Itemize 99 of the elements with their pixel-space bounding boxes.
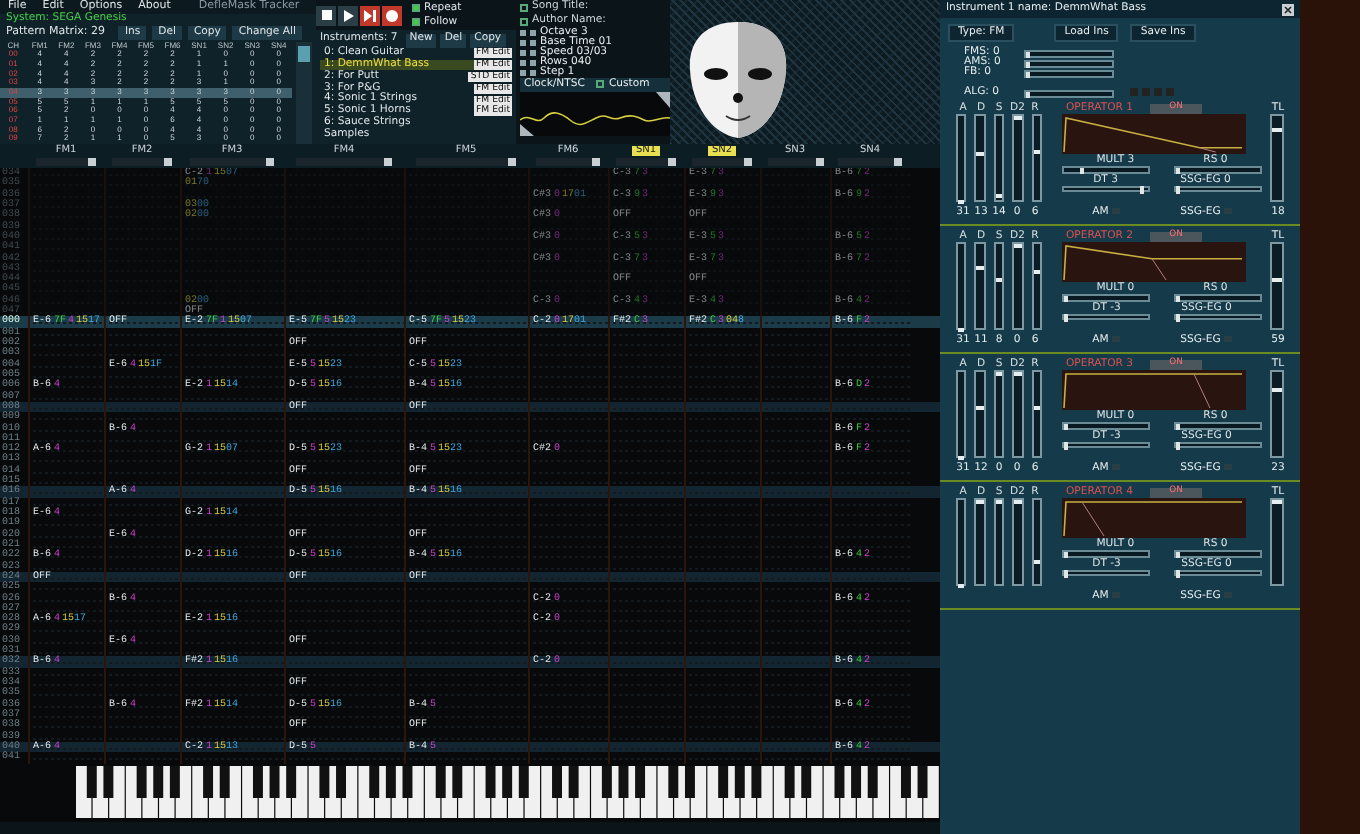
- slider-thumb[interactable]: [1033, 150, 1041, 155]
- slider[interactable]: [1174, 422, 1262, 430]
- slider[interactable]: [1062, 166, 1150, 174]
- slider-thumb[interactable]: [1272, 387, 1282, 392]
- vertical-slider[interactable]: [1012, 114, 1024, 203]
- slider[interactable]: [1062, 294, 1150, 302]
- vertical-slider[interactable]: [974, 242, 986, 331]
- play-icon: [343, 9, 353, 21]
- vertical-slider[interactable]: [974, 370, 986, 459]
- transport-button[interactable]: [382, 5, 402, 25]
- slider[interactable]: [1062, 441, 1150, 449]
- slider[interactable]: [1062, 569, 1150, 577]
- slider-thumb[interactable]: [88, 158, 97, 166]
- transport-button[interactable]: [338, 5, 358, 25]
- vertical-slider[interactable]: [993, 498, 1005, 587]
- slider-thumb[interactable]: [976, 406, 984, 411]
- slider-thumb[interactable]: [958, 200, 965, 205]
- vertical-slider[interactable]: [956, 370, 967, 459]
- slider-thumb[interactable]: [507, 158, 516, 166]
- slider-thumb[interactable]: [1014, 116, 1022, 121]
- vertical-slider[interactable]: [993, 370, 1005, 459]
- vertical-slider[interactable]: [1012, 498, 1024, 587]
- vertical-slider[interactable]: [1031, 370, 1043, 459]
- slider-thumb[interactable]: [1014, 372, 1022, 377]
- slider-thumb[interactable]: [668, 158, 677, 166]
- slider-thumb[interactable]: [815, 158, 823, 166]
- vertical-slider[interactable]: [1031, 498, 1043, 587]
- slider[interactable]: [1062, 422, 1150, 430]
- slider-thumb[interactable]: [995, 278, 1003, 283]
- channel-slider[interactable]: [691, 158, 753, 166]
- vertical-slider[interactable]: [1270, 114, 1284, 203]
- vertical-slider[interactable]: [974, 498, 986, 587]
- vertical-slider[interactable]: [993, 114, 1005, 203]
- slider-thumb[interactable]: [976, 500, 984, 505]
- slider-thumb[interactable]: [1272, 278, 1282, 283]
- slider[interactable]: [1062, 313, 1150, 321]
- vertical-slider[interactable]: [1270, 498, 1284, 587]
- slider[interactable]: [1174, 550, 1262, 558]
- vertical-slider[interactable]: [993, 242, 1005, 331]
- scrollbar[interactable]: [296, 41, 312, 145]
- slider-thumb[interactable]: [1014, 244, 1022, 249]
- checkbox[interactable]: [520, 3, 528, 12]
- vertical-slider[interactable]: [956, 498, 967, 587]
- slider[interactable]: [1024, 70, 1114, 78]
- slider-thumb[interactable]: [265, 158, 274, 166]
- play-pattern-icon: [364, 9, 376, 21]
- slider-thumb[interactable]: [1272, 500, 1282, 505]
- vertical-slider[interactable]: [974, 114, 986, 203]
- slider-thumb[interactable]: [958, 456, 965, 461]
- slider[interactable]: [1062, 185, 1150, 193]
- slider[interactable]: [1174, 441, 1262, 449]
- slider-thumb[interactable]: [384, 158, 392, 166]
- slider-thumb[interactable]: [1033, 269, 1041, 274]
- transport-button[interactable]: [360, 5, 380, 25]
- slider-thumb[interactable]: [995, 194, 1003, 199]
- slider-thumb[interactable]: [1272, 128, 1282, 133]
- stop-icon: [321, 10, 331, 20]
- vertical-slider[interactable]: [1031, 242, 1043, 331]
- slider[interactable]: [1174, 185, 1262, 193]
- vertical-slider[interactable]: [1031, 114, 1043, 203]
- vertical-slider[interactable]: [1012, 370, 1024, 459]
- transport-button[interactable]: [316, 5, 336, 25]
- vertical-slider[interactable]: [1270, 242, 1284, 331]
- slider-thumb[interactable]: [1080, 167, 1085, 175]
- checkbox[interactable]: [520, 17, 528, 26]
- slider[interactable]: [1024, 60, 1114, 68]
- slider-thumb[interactable]: [744, 158, 753, 166]
- slider-thumb[interactable]: [958, 584, 965, 589]
- slider-thumb[interactable]: [976, 151, 984, 156]
- slider[interactable]: [1024, 90, 1114, 98]
- close-icon[interactable]: [1282, 3, 1294, 15]
- slider-thumb[interactable]: [1139, 186, 1144, 194]
- slider-thumb[interactable]: [164, 158, 173, 166]
- slider[interactable]: [1024, 50, 1114, 58]
- slider-thumb[interactable]: [995, 500, 1003, 505]
- slider-thumb[interactable]: [976, 265, 984, 270]
- slider-thumb[interactable]: [1033, 406, 1041, 411]
- slider-thumb[interactable]: [995, 372, 1003, 377]
- algorithm-icon: [1130, 88, 1174, 99]
- vertical-slider[interactable]: [1270, 370, 1284, 459]
- slider[interactable]: [1174, 294, 1262, 302]
- checkbox[interactable]: [596, 80, 605, 89]
- slider[interactable]: [1174, 166, 1262, 174]
- channel-slider[interactable]: [615, 158, 677, 166]
- vertical-slider[interactable]: [956, 114, 967, 203]
- slider-thumb[interactable]: [958, 328, 965, 333]
- slider[interactable]: [1174, 313, 1262, 321]
- slider[interactable]: [1174, 569, 1262, 577]
- vertical-slider[interactable]: [956, 242, 967, 331]
- slider-thumb[interactable]: [1033, 559, 1041, 564]
- checkbox[interactable]: [412, 18, 420, 26]
- record-icon: [386, 9, 398, 21]
- vertical-slider[interactable]: [1012, 242, 1024, 331]
- slider[interactable]: [1062, 550, 1150, 558]
- slider-thumb[interactable]: [894, 158, 902, 166]
- piano-keyboard[interactable]: [76, 766, 940, 818]
- slider-thumb[interactable]: [592, 158, 600, 166]
- checkbox[interactable]: [412, 4, 420, 12]
- slider-thumb[interactable]: [1014, 500, 1022, 505]
